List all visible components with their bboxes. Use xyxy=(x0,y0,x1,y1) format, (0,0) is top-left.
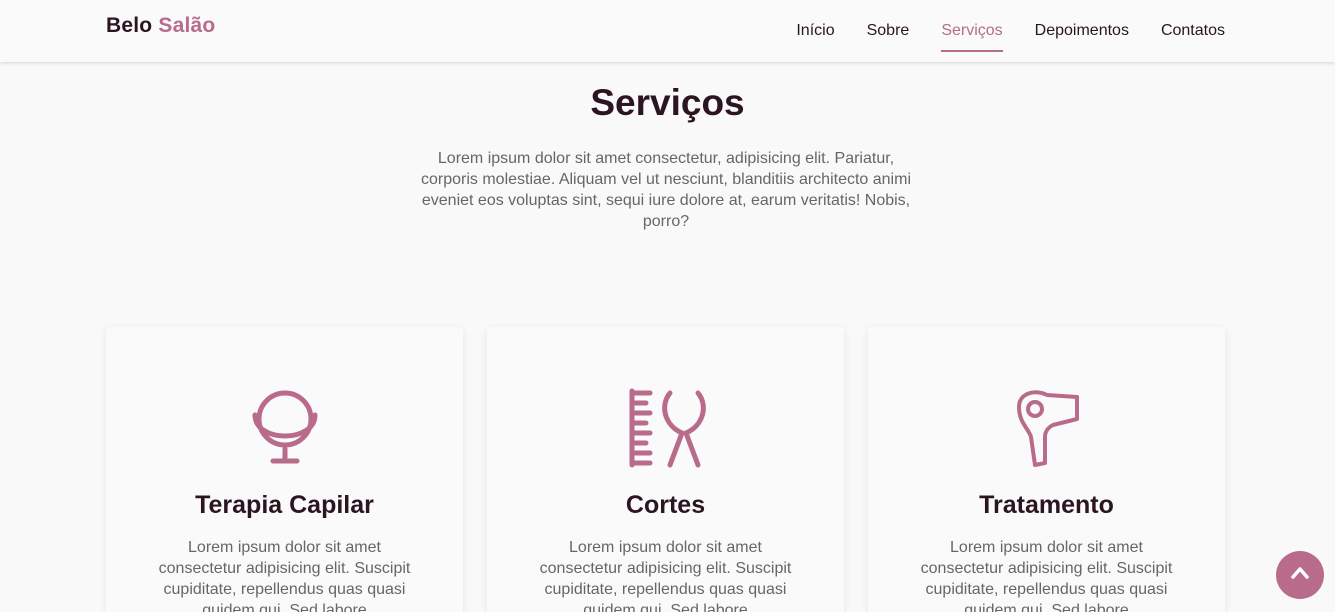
nav-depoimentos[interactable]: Depoimentos xyxy=(1035,0,1129,62)
section-title: Serviços xyxy=(590,82,745,123)
main-nav: Início Sobre Serviços Depoimentos Contat… xyxy=(764,0,1225,62)
section-description: Lorem ipsum dolor sit amet consectetur, … xyxy=(420,150,911,230)
chevron-up-icon xyxy=(1289,562,1311,589)
card-text: Lorem ipsum dolor sit amet consectetur a… xyxy=(539,539,792,612)
nav-inicio[interactable]: Início xyxy=(796,0,834,62)
nav-sobre[interactable]: Sobre xyxy=(867,0,910,62)
logo-first: Belo xyxy=(106,14,153,37)
mirror-icon xyxy=(106,385,463,469)
card-text: Lorem ipsum dolor sit amet consectetur a… xyxy=(158,539,411,612)
card-title: Tratamento xyxy=(979,491,1114,519)
nav-servicos[interactable]: Serviços xyxy=(941,0,1004,62)
nav-contatos[interactable]: Contatos xyxy=(1161,0,1225,62)
hair-dryer-icon xyxy=(868,385,1225,469)
card-text: Lorem ipsum dolor sit amet consectetur a… xyxy=(920,539,1173,612)
service-card-terapia-capilar: Terapia Capilar Lorem ipsum dolor sit am… xyxy=(106,327,463,612)
logo-second: Salão xyxy=(158,14,216,37)
back-to-top-button[interactable] xyxy=(1276,551,1324,599)
service-card-cortes: Cortes Lorem ipsum dolor sit amet consec… xyxy=(487,327,844,612)
card-title: Cortes xyxy=(625,491,706,519)
logo[interactable]: Belo Salão xyxy=(106,14,215,38)
service-card-tratamento: Tratamento Lorem ipsum dolor sit amet co… xyxy=(868,327,1225,612)
comb-scissors-icon xyxy=(487,385,844,469)
site-header: Belo Salão Início Sobre Serviços Depoime… xyxy=(0,0,1335,62)
card-title: Terapia Capilar xyxy=(195,491,374,519)
